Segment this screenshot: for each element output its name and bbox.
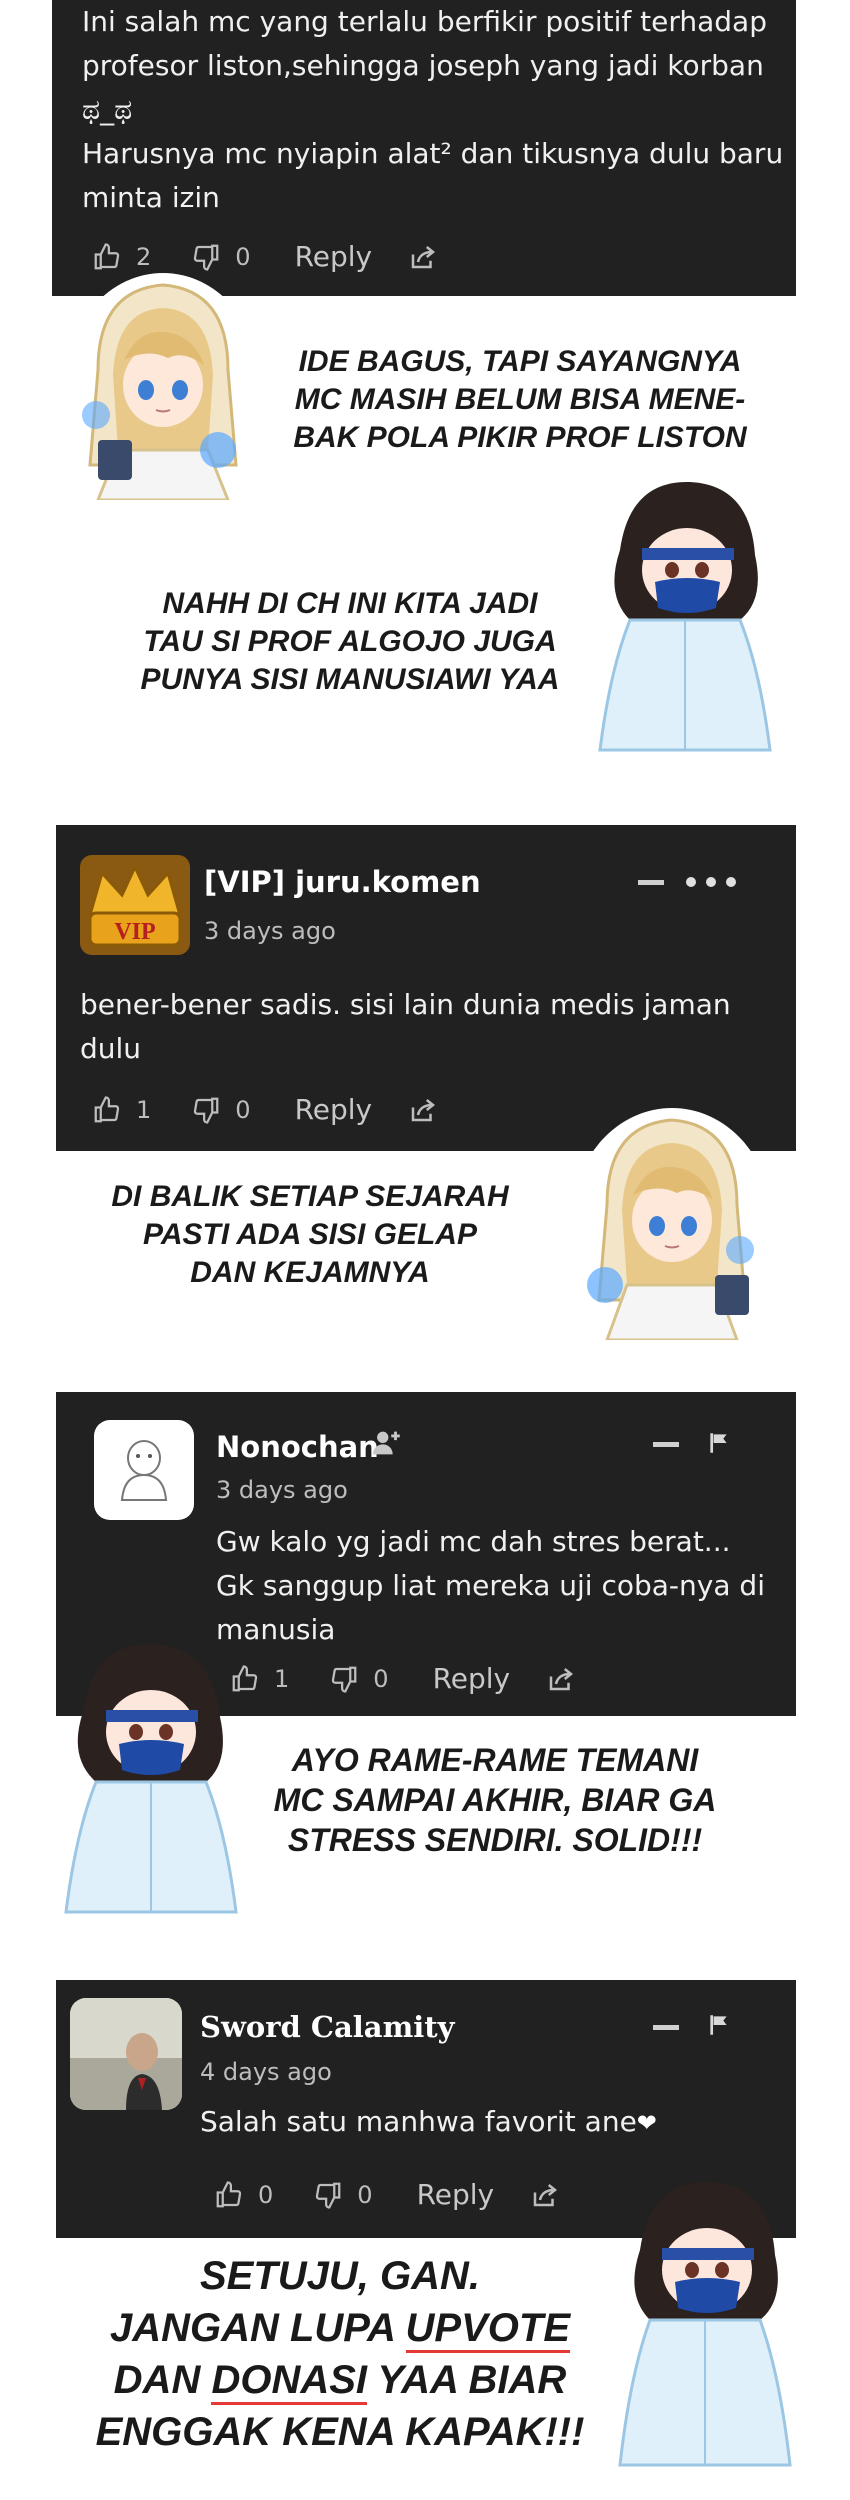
comment-line: manusia [216,1613,336,1646]
like-count: 1 [274,1664,290,1693]
note-text: YAA BIAR [367,2358,567,2402]
collapse-icon[interactable] [653,2025,679,2030]
like-count: 1 [136,1095,152,1124]
note-line: DAN DONASI YAA BIAR [60,2354,620,2406]
comment-actions: 1 0 Reply [230,1662,576,1695]
collapse-icon[interactable] [638,880,664,885]
comment-line: profesor liston,sehingga joseph yang jad… [82,49,764,82]
user-avatar [94,1420,194,1520]
comment-text: Gw kalo yg jadi mc dah stres berat... Gk… [216,1520,765,1652]
share-icon[interactable] [530,2180,560,2210]
dislike-count: 0 [373,1664,389,1693]
note-line: PASTI ADA SISI GELAP [143,1218,477,1251]
comment-actions: 1 0 Reply [92,1093,438,1126]
vip-avatar: VIP [80,855,190,955]
thumbs-up-icon[interactable] [92,1095,122,1125]
comment-line: minta izin [82,181,220,214]
chibi-blonde-character [565,1090,780,1342]
commentary-note-1: IDE BAGUS, TAPI SAYANGNYA MC MASIH BELUM… [260,343,780,457]
commentary-note-4: AYO RAME-RAME TEMANI MC SAMPAI AKHIR, BI… [225,1740,765,1860]
note-line: AYO RAME-RAME TEMANI [291,1742,699,1778]
dislike-count: 0 [235,1095,251,1124]
commentary-note-5: SETUJU, GAN. JANGAN LUPA UPVOTE DAN DONA… [60,2250,620,2458]
comment-actions: 0 0 Reply [214,2178,560,2211]
comment-date: 3 days ago [216,1476,348,1504]
reply-button[interactable]: Reply [417,2178,495,2211]
like-count: 0 [258,2180,274,2209]
note-text: DAN [113,2358,212,2402]
username[interactable]: Sword Calamity [200,2010,455,2044]
thumbs-up-icon[interactable] [214,2180,244,2210]
share-icon[interactable] [408,1095,438,1125]
share-icon[interactable] [408,242,438,272]
donate-callout: DONASI [211,2358,368,2405]
reply-button[interactable]: Reply [295,240,373,273]
chibi-masked-character [610,2170,800,2470]
comment-text: Ini salah mc yang terlalu berfikir posit… [82,0,783,220]
upvote-callout: UPVOTE [405,2306,571,2353]
username[interactable]: Nonochan [216,1430,379,1464]
comment-line: Ini salah mc yang terlalu berfikir posit… [82,5,767,38]
note-text: JANGAN LUPA [109,2306,406,2350]
note-line: MC SAMPAI AKHIR, BIAR GA [273,1782,717,1818]
add-friend-icon[interactable] [370,1426,404,1465]
note-line: SETUJU, GAN. [199,2254,481,2298]
note-line: IDE BAGUS, TAPI SAYANGNYA [298,345,742,378]
comment-text: Salah satu manhwa favorit ane❤ [200,2100,657,2145]
comment-line: Gk sanggup liat mereka uji coba-nya di [216,1569,765,1602]
more-options-icon[interactable] [686,873,736,891]
thumbs-down-icon[interactable] [313,2180,343,2210]
note-line: JANGAN LUPA UPVOTE [60,2302,620,2354]
thumbs-down-icon[interactable] [191,1095,221,1125]
chibi-blonde-character [58,250,268,502]
thumbs-down-icon[interactable] [329,1664,359,1694]
reply-button[interactable]: Reply [295,1093,373,1126]
comment-line: bener-bener sadis. sisi lain dunia medis… [80,988,731,1021]
dislike-count: 0 [357,2180,373,2209]
comment-line: Harusnya mc nyiapin alat² dan tikusnya d… [82,137,784,170]
note-line: STRESS SENDIRI. SOLID!!! [287,1822,703,1858]
note-line: MC MASIH BELUM BISA MENE- [294,383,746,416]
flag-icon[interactable] [706,1428,732,1463]
comment-text: bener-bener sadis. sisi lain dunia medis… [80,983,731,1071]
comment-line: Gw kalo yg jadi mc dah stres berat... [216,1525,731,1558]
note-line: NAHH DI CH INI KITA JADI [162,587,538,620]
chibi-masked-character [58,1632,248,1922]
note-line: BAK POLA PIKIR PROF LISTON [293,421,747,454]
chibi-masked-character [590,470,780,760]
note-line: DI BALIK SETIAP SEJARAH [111,1180,509,1213]
user-avatar [70,1998,182,2110]
note-line: PUNYA SISI MANUSIAWI YAA [140,663,560,696]
note-line: DAN KEJAMNYA [190,1256,430,1289]
collapse-icon[interactable] [653,1442,679,1447]
comment-line: Salah satu manhwa favorit ane [200,2105,637,2138]
comment-line: dulu [80,1032,142,1065]
comment-line: ಥ_ಥ [82,93,133,126]
commentary-note-3: DI BALIK SETIAP SEJARAH PASTI ADA SISI G… [60,1178,560,1292]
reply-button[interactable]: Reply [433,1662,511,1695]
vip-badge-text: VIP [114,919,155,945]
username[interactable]: [VIP] juru.komen [204,865,481,899]
comment-date: 3 days ago [204,917,336,945]
note-line: TAU SI PROF ALGOJO JUGA [143,625,557,658]
note-line: ENGGAK KENA KAPAK!!! [95,2410,585,2454]
share-icon[interactable] [546,1664,576,1694]
flag-icon[interactable] [706,2010,732,2045]
commentary-note-2: NAHH DI CH INI KITA JADI TAU SI PROF ALG… [110,585,590,699]
comment-date: 4 days ago [200,2058,332,2086]
heart-icon: ❤ [636,2109,657,2137]
